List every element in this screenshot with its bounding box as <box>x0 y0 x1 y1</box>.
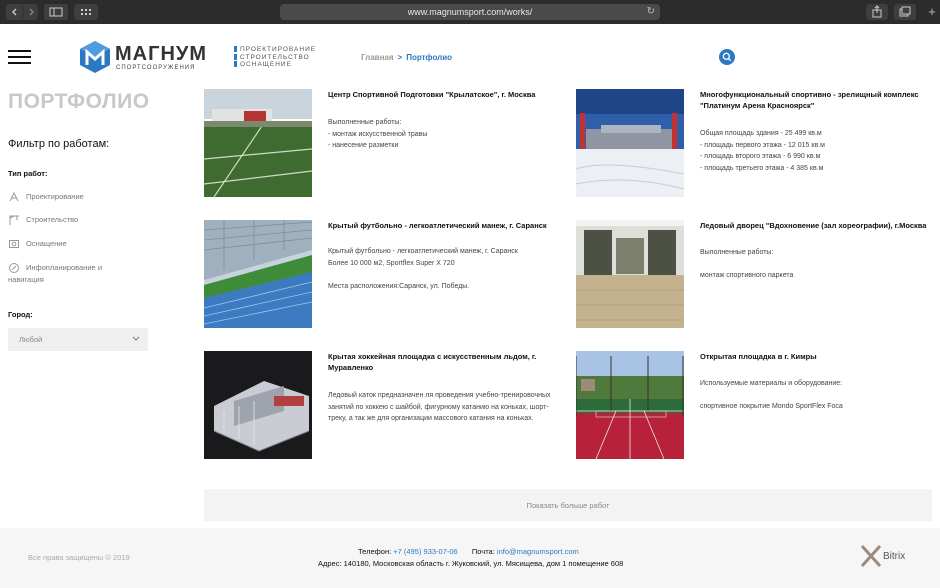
work-photo-field[interactable] <box>204 89 312 197</box>
reload-icon[interactable]: ↻ <box>647 4 655 20</box>
work-photo-arena-track[interactable] <box>204 220 312 328</box>
navigation-icon <box>9 263 19 273</box>
type-filter-title: Тип работ: <box>8 169 48 178</box>
address: Адрес: 140180, Московская область г. Жук… <box>318 559 624 568</box>
chevron-down-icon <box>132 336 140 341</box>
equipment-icon <box>9 240 19 248</box>
tabs-button[interactable] <box>894 4 916 20</box>
work-photo-outdoor-court[interactable] <box>576 351 684 459</box>
email-link[interactable]: info@magnumsport.com <box>497 547 579 556</box>
tagline: ПРОЕКТИРОВАНИЕ СТРОИТЕЛЬСТВО ОСНАЩЕНИЕ <box>234 46 316 69</box>
phone-label: Телефон: <box>358 547 392 556</box>
city-select[interactable]: Любой <box>8 328 148 351</box>
crane-icon <box>9 215 19 225</box>
breadcrumb: Главная > Портфолио <box>361 53 452 62</box>
menu-icon[interactable] <box>8 50 31 65</box>
sidebar-icon <box>49 7 63 17</box>
copyright: Все права защищены © 2019 <box>28 553 130 562</box>
filter-type-equipment[interactable]: Оснащение <box>8 238 67 250</box>
work-photo-dance-hall[interactable] <box>576 220 684 328</box>
work-title[interactable]: Многофункциональный спортивно - зрелищны… <box>700 89 932 111</box>
share-icon <box>872 5 882 18</box>
tagline-line: ОСНАЩЕНИЕ <box>240 61 292 68</box>
grid-view-button[interactable] <box>74 4 98 20</box>
tagline-line: ПРОЕКТИРОВАНИЕ <box>240 46 317 53</box>
back-forward-buttons[interactable] <box>6 4 38 20</box>
bitrix-label[interactable]: Bitrix <box>883 551 905 562</box>
filter-type-construction[interactable]: Строительство <box>8 214 78 226</box>
work-title[interactable]: Крытая хоккейная площадка с искусственны… <box>328 351 560 373</box>
work-photo-arena[interactable] <box>576 89 684 197</box>
filter-title: Фильтр по работам: <box>8 138 110 150</box>
footer: Все права защищены © 2019 Телефон: +7 (4… <box>0 528 940 588</box>
work-card[interactable]: Открытая площадка в г. Кимры Используемы… <box>576 351 936 461</box>
work-title[interactable]: Ледовый дворец "Вдохновение (зал хореогр… <box>700 220 932 231</box>
page-title: ПОРТФОЛИО <box>8 90 150 113</box>
work-description: Выполненные работы: - монтаж искусственн… <box>328 119 428 150</box>
city-filter-title: Город: <box>8 310 33 319</box>
brand-subtitle: СПОРТСООРУЖЕНИЯ <box>116 65 196 71</box>
work-title[interactable]: Открытая площадка в г. Кимры <box>700 351 932 362</box>
work-card[interactable]: Ледовый дворец "Вдохновение (зал хореогр… <box>576 220 936 330</box>
filter-type-label: Инфопланирование и навигация <box>8 263 103 284</box>
back-icon[interactable] <box>6 4 38 20</box>
work-title[interactable]: Крытый футбольно - легкоатлетический ман… <box>328 220 560 231</box>
email-label: Почта: <box>471 547 495 556</box>
logo-mark-icon <box>80 41 110 73</box>
work-description: Используемые материалы и оборудование: с… <box>700 380 843 411</box>
breadcrumb-home-link[interactable]: Главная <box>361 53 394 62</box>
url-text: www.magnumsport.com/works/ <box>407 7 533 17</box>
logo[interactable]: МАГНУМ СПОРТСООРУЖЕНИЯ <box>80 41 230 73</box>
show-more-button[interactable]: Показать больше работ <box>204 489 932 521</box>
browser-toolbar: www.magnumsport.com/works/ ↻ + <box>0 0 940 24</box>
work-description: Крытый футбольно - легкоатлетический ман… <box>328 248 518 291</box>
tagline-line: СТРОИТЕЛЬСТВО <box>240 53 310 61</box>
address-bar[interactable]: www.magnumsport.com/works/ ↻ <box>280 4 660 20</box>
share-button[interactable] <box>866 4 888 20</box>
work-card[interactable]: Центр Спортивной Подготовки "Крылатское"… <box>204 89 564 199</box>
search-icon <box>722 52 732 62</box>
work-card[interactable]: Крытый футбольно - легкоатлетический ман… <box>204 220 564 330</box>
work-description: Общая площадь здания - 25 499 кв.м - пло… <box>700 130 825 173</box>
brand-name: МАГНУМ <box>115 43 207 65</box>
filter-type-design[interactable]: Проектирование <box>8 191 84 203</box>
work-description: Выполненные работы: монтаж спортивного п… <box>700 249 794 280</box>
work-card[interactable]: Крытая хоккейная площадка с искусственны… <box>204 351 564 461</box>
tabs-icon <box>899 6 911 17</box>
new-tab-icon[interactable]: + <box>924 4 940 20</box>
contacts-line: Телефон: +7 (495) 933-07-06 Почта: info@… <box>358 547 579 556</box>
breadcrumb-separator: > <box>397 53 403 62</box>
filter-type-navigation[interactable]: Инфопланирование и навигация <box>8 262 118 286</box>
show-more-label: Показать больше работ <box>526 501 610 510</box>
work-description: Ледовый каток предназначен ля проведения… <box>328 392 551 423</box>
work-photo-ice-rink[interactable] <box>204 351 312 459</box>
search-button[interactable] <box>719 49 735 65</box>
drafting-icon <box>9 191 19 202</box>
work-title[interactable]: Центр Спортивной Подготовки "Крылатское"… <box>328 89 560 100</box>
work-card[interactable]: Многофункциональный спортивно - зрелищны… <box>576 89 936 199</box>
breadcrumb-current: Портфолио <box>406 53 453 62</box>
city-select-value: Любой <box>19 335 43 344</box>
sidebar-toggle-button[interactable] <box>44 4 68 20</box>
phone-link[interactable]: +7 (495) 933-07-06 <box>393 547 457 556</box>
grid-icon <box>81 9 91 15</box>
